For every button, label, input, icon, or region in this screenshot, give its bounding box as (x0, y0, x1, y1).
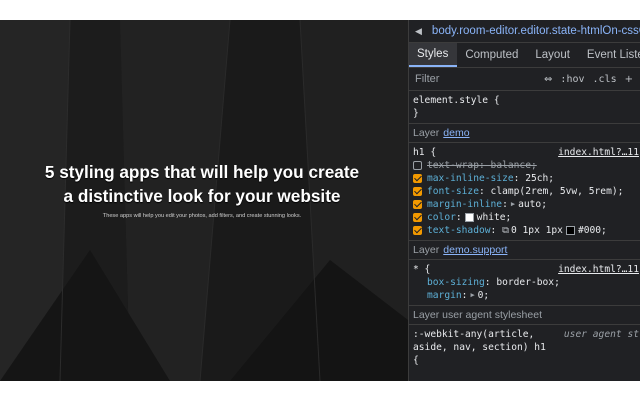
decl-text-wrap: text-wrap : balance; (413, 159, 637, 172)
decl-value[interactable]: auto; (518, 198, 547, 211)
decl-value[interactable]: white; (477, 211, 512, 224)
layer-support-link[interactable]: demo.support (443, 244, 507, 256)
decl-box-sizing: box-sizing : border-box; (427, 276, 560, 289)
decl-checkbox[interactable] (413, 161, 422, 170)
decl-property[interactable]: max-inline-size (427, 172, 514, 185)
element-style-selector[interactable]: element.style { (413, 94, 500, 107)
tab-event-listeners[interactable]: Event Listeners (579, 43, 640, 67)
layer-demo-header: Layer demo (409, 124, 640, 143)
tab-styles[interactable]: Styles (409, 43, 458, 67)
layer-support-header: Layer demo.support (409, 241, 640, 260)
filter-input[interactable]: Filter (409, 73, 544, 85)
element-style-rule: element.style { } (409, 91, 640, 124)
hero-title: 5 styling apps that will help you create… (44, 162, 360, 206)
decl-margin-inline: margin-inline : ▶ auto; (413, 198, 637, 211)
decl-value[interactable]: 25ch; (525, 172, 554, 185)
ua-source: user agent st (563, 329, 639, 340)
decl-property[interactable]: font-size (427, 185, 479, 198)
decl-property[interactable]: text-wrap (427, 159, 479, 172)
filter-bar: Filter ⇔ :hov .cls + (409, 68, 640, 91)
layer-label: Layer (413, 244, 440, 256)
hero: 5 styling apps that will help you create… (40, 160, 364, 220)
universal-rule: * { index.html?…11 box-sizing : border-b… (409, 260, 640, 306)
expand-triangle-icon[interactable]: ▶ (470, 289, 474, 302)
add-rule-icon[interactable]: + (625, 74, 633, 85)
decl-property[interactable]: box-sizing (427, 276, 485, 289)
cls-button[interactable]: .cls (593, 74, 617, 85)
decl-value[interactable]: balance; (491, 159, 537, 172)
ua-selector-line3: { (413, 355, 419, 366)
h1-source-link[interactable]: index.html?…11 (558, 146, 639, 159)
h1-rule: h1 { index.html?…11 text-wrap : balance;… (409, 143, 640, 241)
decl-font-size: font-size : clamp(2rem, 5vw, 5rem); (413, 185, 637, 198)
color-swatch-icon[interactable] (565, 226, 575, 235)
decl-text-shadow: text-shadow : ⧉ 0 1px 1px #000; (413, 224, 637, 237)
ua-selector-line1[interactable]: :-webkit-any(article, (413, 328, 534, 341)
breadcrumb: ◀ body.room-editor.editor.state-htmlOn-c… (409, 20, 640, 43)
caret-left-icon[interactable]: ◀ (415, 26, 422, 37)
decl-property[interactable]: margin-inline (427, 198, 502, 211)
screen: 5 styling apps that will help you create… (0, 0, 640, 400)
decl-value-color[interactable]: #000; (578, 224, 607, 237)
decl-value[interactable]: 0 1px 1px (511, 224, 563, 237)
decl-margin: margin : ▶ 0; (427, 289, 490, 302)
universal-selector[interactable]: * { (413, 263, 430, 276)
decl-max-inline-size: max-inline-size : 25ch; (413, 172, 637, 185)
decl-property[interactable]: text-shadow (427, 224, 491, 237)
layer-ua-label: Layer user agent stylesheet (413, 309, 542, 321)
color-swatch-icon[interactable] (464, 213, 474, 222)
hero-subtitle: These apps will help you edit your photo… (102, 213, 302, 219)
layer-demo-link[interactable]: demo (443, 127, 469, 139)
toggle-styles-icon[interactable]: ⇔ (544, 74, 552, 85)
expand-triangle-icon[interactable]: ▶ (511, 198, 515, 211)
tab-computed[interactable]: Computed (457, 43, 527, 67)
hov-button[interactable]: :hov (560, 74, 584, 85)
decl-checkbox[interactable] (413, 213, 422, 222)
decl-value[interactable]: 0; (478, 289, 490, 302)
decl-color: color : white; (413, 211, 637, 224)
decl-checkbox[interactable] (413, 187, 422, 196)
ua-selector-line2[interactable]: aside, nav, section) h1 (413, 341, 546, 354)
shadow-editor-icon[interactable]: ⧉ (502, 224, 509, 237)
decl-value[interactable]: border-box; (496, 276, 560, 289)
ua-rule: :-webkit-any(article, user agent st asid… (409, 325, 640, 370)
decl-property[interactable]: color (427, 211, 456, 224)
rule-close: } (413, 108, 419, 119)
decl-checkbox[interactable] (413, 200, 422, 209)
decl-value[interactable]: clamp(2rem, 5vw, 5rem); (491, 185, 624, 198)
h1-selector[interactable]: h1 { (413, 146, 436, 159)
universal-source-link[interactable]: index.html?…11 (558, 263, 639, 276)
layer-ua-header: Layer user agent stylesheet (409, 306, 640, 325)
tab-layout[interactable]: Layout (527, 43, 579, 67)
layer-label: Layer (413, 127, 440, 139)
devtools-panel: ◀ body.room-editor.editor.state-htmlOn-c… (408, 20, 640, 381)
page-preview: 5 styling apps that will help you create… (0, 20, 408, 381)
devtools-tabs: Styles Computed Layout Event Listeners (409, 43, 640, 68)
breadcrumb-item[interactable]: body.room-editor.editor.state-htmlOn-css… (432, 25, 640, 37)
decl-checkbox[interactable] (413, 174, 422, 183)
decl-property[interactable]: margin (427, 289, 462, 302)
decl-checkbox[interactable] (413, 226, 422, 235)
